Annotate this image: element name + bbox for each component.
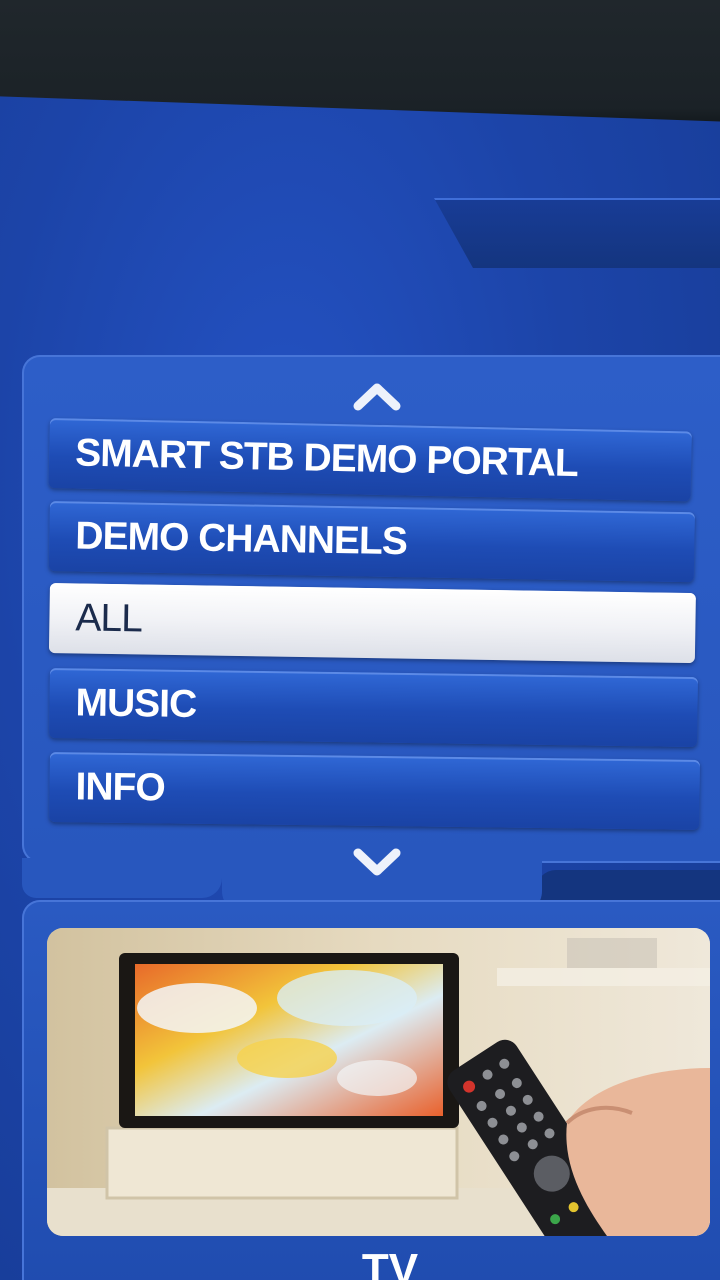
tv-screen: SMART STB DEMO PORTAL DEMO CHANNELS ALL … — [0, 0, 720, 1280]
menu-item-info[interactable]: INFO — [49, 752, 700, 830]
menu-item-demo-channels[interactable]: DEMO CHANNELS — [48, 501, 695, 583]
menu-item-smart-stb-demo-portal[interactable]: SMART STB DEMO PORTAL — [48, 418, 692, 502]
menu-item-all[interactable]: ALL — [48, 583, 696, 664]
tv-remote-illustration — [47, 928, 710, 1236]
chevron-up-icon[interactable] — [352, 378, 402, 412]
header-tab — [434, 198, 720, 268]
chevron-down-icon[interactable] — [352, 845, 402, 879]
menu-item-music[interactable]: MUSIC — [49, 668, 698, 748]
panel-notch — [22, 858, 222, 898]
tv-remote-preview-image — [47, 928, 710, 1236]
preview-label: TV — [361, 1245, 419, 1280]
